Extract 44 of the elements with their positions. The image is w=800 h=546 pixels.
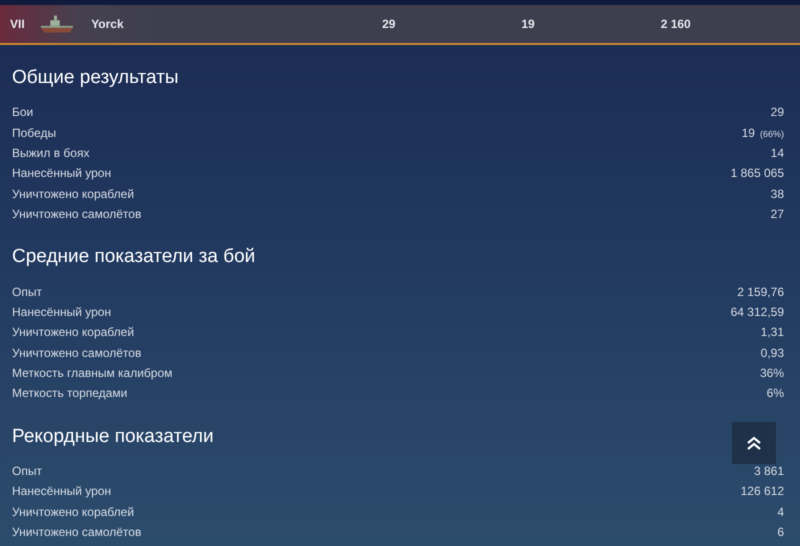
stat-value: 6 — [777, 525, 784, 540]
ship-row[interactable]: VII Yorck 29 19 2 160 — [0, 5, 800, 45]
stat-label: Уничтожено кораблей — [12, 325, 134, 340]
stat-label: Меткость главным калибром — [12, 366, 172, 380]
stat-value: 126 612 — [740, 484, 784, 498]
ship-name: Yorck — [90, 17, 125, 31]
stat-label: Нанесённый урон — [12, 304, 112, 319]
stat-label: Победы — [12, 126, 56, 140]
stat-label: Уничтожено кораблей — [12, 186, 134, 201]
stat-value: 19 — [742, 126, 755, 140]
stat-value: 29 — [770, 105, 784, 120]
stat-label: Уничтожено самолётов — [12, 525, 142, 540]
stat-value: 64 312,59 — [730, 304, 784, 319]
stat-label: Бои — [12, 105, 34, 120]
stat-value: 4 — [777, 504, 784, 519]
stat-value: 1 865 065 — [730, 166, 784, 180]
stat-label: Уничтожено кораблей — [12, 504, 134, 519]
stat-value: 38 — [770, 186, 784, 201]
section-heading: Средние показатели за бой — [12, 245, 256, 270]
experience-value: 2 160 — [660, 17, 692, 31]
section-heading: Общие результаты — [12, 66, 179, 90]
stat-value: 14 — [770, 146, 784, 160]
stat-label: Меткость торпедами — [12, 386, 128, 400]
stat-value: 1,31 — [760, 325, 784, 340]
stat-value: 3 861 — [754, 464, 784, 478]
stat-value: 27 — [770, 207, 784, 222]
stat-label: Уничтожено самолётов — [12, 346, 142, 360]
stat-label: Опыт — [12, 284, 42, 299]
stat-label: Уничтожено самолётов — [12, 207, 142, 222]
stat-label: Нанесённый урон — [12, 484, 112, 498]
battles-count: 29 — [382, 17, 396, 31]
double-chevron-up-icon — [746, 435, 762, 451]
stat-label: Нанесённый урон — [12, 166, 112, 180]
stat-value: 6% — [766, 386, 784, 400]
tier-label: VII — [9, 17, 26, 31]
section-heading: Рекордные показатели — [12, 424, 214, 449]
scroll-top-button[interactable] — [732, 422, 776, 464]
stat-label: Опыт — [12, 464, 42, 478]
stat-value: 0,93 — [760, 346, 784, 360]
stat-value: 36% — [760, 366, 784, 380]
stat-value: 2 159,76 — [737, 284, 784, 299]
stat-label: Выжил в боях — [12, 146, 90, 160]
wins-count: 19 — [521, 17, 536, 31]
stat-percent: (66%) — [760, 128, 784, 139]
